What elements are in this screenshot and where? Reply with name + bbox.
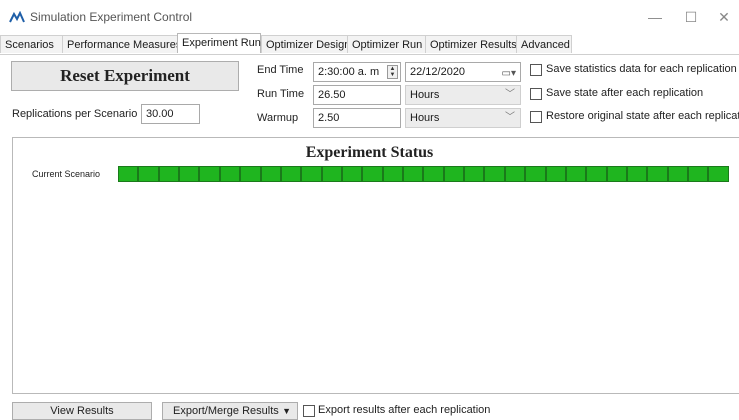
export-each-replication-checkbox[interactable] [303, 405, 315, 417]
save-state-label: Save state after each replication [546, 87, 704, 99]
progress-segment [382, 166, 404, 182]
tab-optimizer-results[interactable]: Optimizer Results [425, 35, 517, 53]
save-statistics-label: Save statistics data for each replicatio… [546, 63, 737, 75]
minimize-button[interactable]: — [640, 5, 670, 29]
progress-segment [565, 166, 587, 182]
save-statistics-checkbox[interactable] [530, 64, 542, 76]
progress-segment [362, 166, 383, 182]
run-time-label: Run Time [257, 88, 305, 100]
restore-state-label: Restore original state after each replic… [546, 110, 739, 122]
end-time-input[interactable]: 2:30:00 a. m ▲ ▼ [313, 62, 401, 82]
calendar-dropdown-icon[interactable]: ▭▾ [502, 65, 516, 81]
title-bar: Simulation Experiment Control — ☐ ✕ [0, 0, 739, 34]
progress-segment [158, 166, 180, 182]
current-scenario-progress-bar [118, 166, 729, 182]
end-time-label: End Time [257, 64, 304, 76]
progress-segment [545, 166, 566, 182]
warmup-label: Warmup [257, 112, 299, 124]
progress-segment [443, 166, 465, 182]
progress-segment [504, 166, 526, 182]
progress-segment [647, 166, 668, 182]
end-time-value: 2:30:00 a. m [318, 66, 380, 78]
progress-segment [118, 166, 139, 182]
progress-segment [423, 166, 444, 182]
progress-segment [688, 166, 709, 182]
view-results-button[interactable]: View Results [12, 402, 152, 420]
export-each-replication-label: Export results after each replication [318, 404, 491, 416]
app-logo-icon [9, 11, 25, 23]
progress-segment [626, 166, 648, 182]
restore-state-checkbox[interactable] [530, 111, 542, 123]
warmup-input[interactable]: 2.50 [313, 108, 401, 128]
window-title: Simulation Experiment Control [30, 10, 193, 24]
run-time-input[interactable]: 26.50 [313, 85, 401, 105]
progress-segment [301, 166, 322, 182]
experiment-status-title: Experiment Status [305, 144, 434, 161]
progress-segment [403, 166, 424, 182]
replications-input[interactable]: 30.00 [141, 104, 200, 124]
chevron-down-icon: ﹀ [505, 89, 515, 100]
progress-segment [199, 166, 220, 182]
reset-experiment-button[interactable]: Reset Experiment [11, 61, 239, 91]
warmup-unit-value: Hours [410, 112, 440, 124]
progress-segment [179, 166, 200, 182]
progress-segment [606, 166, 627, 182]
progress-segment [240, 166, 261, 182]
replications-label: Replications per Scenario [12, 108, 138, 120]
warmup-unit-select[interactable]: Hours ﹀ [405, 108, 521, 128]
tab-scenarios[interactable]: Scenarios [0, 35, 63, 53]
progress-segment [219, 166, 241, 182]
run-time-unit-select[interactable]: Hours ﹀ [405, 85, 521, 105]
progress-segment [586, 166, 607, 182]
dropdown-arrow-icon[interactable]: ▼ [282, 403, 291, 419]
tab-optimizer-design[interactable]: Optimizer Design [261, 35, 350, 53]
progress-segment [321, 166, 342, 182]
progress-segment [484, 166, 505, 182]
tab-optimizer-run[interactable]: Optimizer Run [347, 35, 426, 53]
export-merge-label: Export/Merge Results [173, 405, 279, 417]
export-merge-results-button[interactable]: Export/Merge Results ▼ [162, 402, 298, 420]
maximize-button[interactable]: ☐ [676, 5, 706, 29]
tab-advanced[interactable]: Advanced [516, 35, 572, 53]
time-spinner[interactable]: ▲ ▼ [387, 65, 398, 79]
run-time-unit-value: Hours [410, 89, 440, 101]
progress-segment [464, 166, 485, 182]
current-scenario-label: Current Scenario [32, 169, 101, 179]
progress-segment [260, 166, 281, 182]
progress-segment [280, 166, 302, 182]
progress-segment [708, 166, 729, 182]
tab-strip: Scenarios Performance Measures Experimen… [0, 33, 739, 55]
tab-experiment-run[interactable]: Experiment Run [177, 33, 261, 53]
progress-segment [138, 166, 159, 182]
progress-segment [667, 166, 689, 182]
progress-segment [341, 166, 363, 182]
close-button[interactable]: ✕ [709, 5, 739, 29]
progress-segment [525, 166, 546, 182]
chevron-down-icon: ﹀ [505, 112, 515, 123]
tab-performance-measures[interactable]: Performance Measures [62, 35, 181, 53]
end-date-input[interactable]: 22/12/2020 ▭▾ [405, 62, 521, 82]
spin-down-icon[interactable]: ▼ [388, 72, 397, 78]
end-date-value: 22/12/2020 [410, 66, 466, 78]
save-state-checkbox[interactable] [530, 88, 542, 100]
